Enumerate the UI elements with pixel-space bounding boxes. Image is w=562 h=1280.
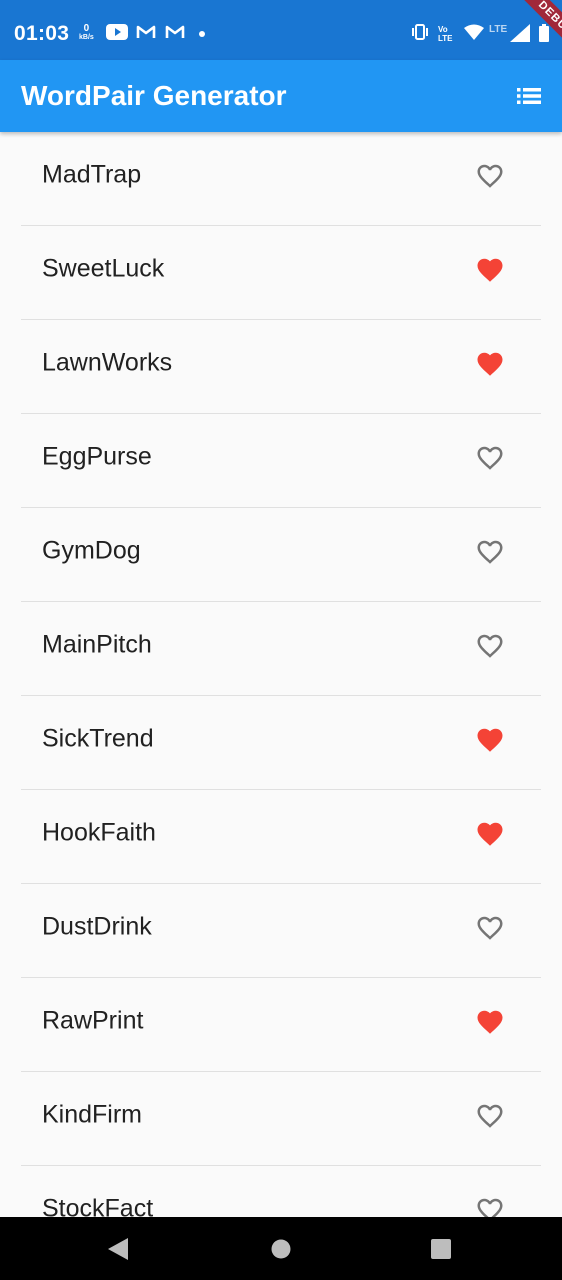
app-bar: WordPair Generator (0, 60, 562, 132)
favorite-heart-icon[interactable] (475, 349, 505, 379)
word-pair-label: MadTrap (42, 160, 142, 189)
list-item[interactable]: SweetLuck (21, 226, 541, 320)
page-title: WordPair Generator (21, 80, 287, 111)
list-item[interactable]: DustDrink (21, 884, 541, 978)
volte-top: Vo (438, 25, 448, 34)
favorite-heart-icon[interactable] (475, 819, 505, 849)
navigation-bar (0, 1217, 562, 1280)
volte-indicator: Vo LTE (438, 25, 453, 43)
recents-icon[interactable] (431, 1239, 451, 1259)
list-item[interactable]: MadTrap (21, 132, 541, 226)
list-item[interactable]: KindFirm (21, 1072, 541, 1166)
word-pair-label: SweetLuck (42, 254, 165, 283)
heart-outline-icon[interactable] (475, 631, 505, 661)
list-item[interactable]: EggPurse (21, 414, 541, 508)
word-pair-label: GymDog (42, 536, 141, 565)
word-pair-label: KindFirm (42, 1100, 143, 1129)
heart-outline-icon[interactable] (475, 161, 505, 191)
network-type: LTE (489, 24, 508, 35)
word-pair-label: LawnWorks (42, 348, 173, 377)
favorite-heart-icon[interactable] (475, 255, 505, 285)
vibrate-icon (412, 24, 428, 40)
list-icon[interactable] (516, 85, 542, 107)
volte-bottom: LTE (438, 34, 453, 43)
word-pair-label: MainPitch (42, 630, 152, 659)
word-pair-label: RawPrint (42, 1006, 144, 1035)
word-pair-label: SickTrend (42, 724, 154, 753)
wifi-icon (464, 24, 484, 40)
network-speed-unit: kB/s (79, 34, 94, 41)
list-item[interactable]: GymDog (21, 508, 541, 602)
list-item[interactable]: MainPitch (21, 602, 541, 696)
word-pair-label: DustDrink (42, 912, 152, 941)
youtube-icon (106, 24, 128, 40)
signal-icon (510, 24, 530, 42)
list-item[interactable]: LawnWorks (21, 320, 541, 414)
heart-outline-icon[interactable] (475, 537, 505, 567)
list-item[interactable]: StockFact (21, 1166, 541, 1217)
heart-outline-icon[interactable] (475, 1195, 505, 1217)
status-bar: 01:03 0 kB/s Vo LTE LTE DEBUG (0, 0, 562, 60)
word-pair-label: HookFaith (42, 818, 156, 847)
home-icon[interactable] (271, 1239, 291, 1259)
network-speed: 0 kB/s (79, 24, 94, 42)
gmail-icon (136, 25, 156, 38)
status-time: 01:03 (14, 22, 70, 45)
word-pair-label: EggPurse (42, 442, 152, 471)
word-pair-label: StockFact (42, 1194, 154, 1218)
favorite-heart-icon[interactable] (475, 1007, 505, 1037)
favorite-heart-icon[interactable] (475, 725, 505, 755)
network-speed-value: 0 (83, 23, 90, 34)
list-item[interactable]: SickTrend (21, 696, 541, 790)
heart-outline-icon[interactable] (475, 1101, 505, 1131)
notification-dot-icon (199, 31, 205, 37)
list-item[interactable]: HookFaith (21, 790, 541, 884)
battery-icon (539, 24, 549, 42)
back-icon[interactable] (108, 1238, 128, 1260)
heart-outline-icon[interactable] (475, 443, 505, 473)
heart-outline-icon[interactable] (475, 913, 505, 943)
list-item[interactable]: RawPrint (21, 978, 541, 1072)
gmail-icon (165, 25, 185, 38)
word-list: MadTrap SweetLuck LawnWorks EggPurse Gym… (21, 132, 541, 1217)
